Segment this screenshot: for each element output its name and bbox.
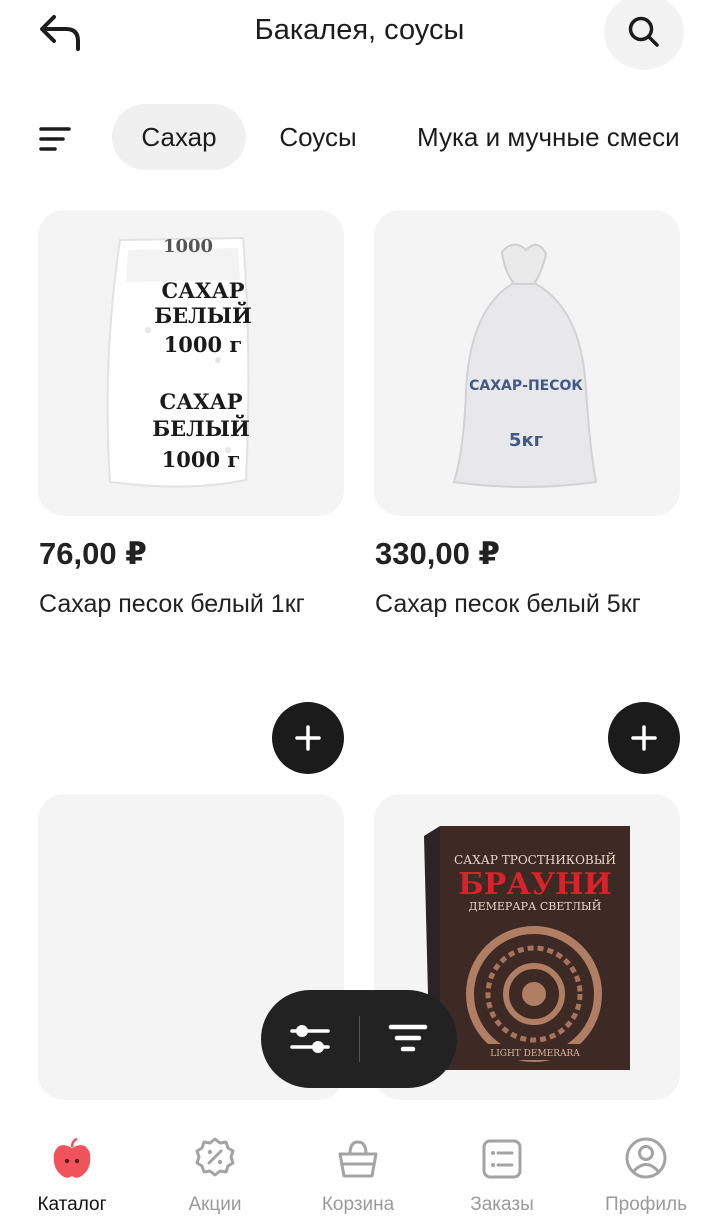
product-name[interactable]: Сахар песок белый 1кг (39, 590, 305, 619)
nav-label: Каталог (37, 1194, 107, 1215)
apple-catalog-icon (53, 1138, 91, 1178)
plus-icon (631, 725, 657, 751)
profile-icon (625, 1137, 667, 1179)
category-chip-sugar[interactable]: Сахар (112, 104, 246, 170)
nav-item-cart[interactable]: Корзина (303, 1130, 413, 1221)
bag-text-line: 1000 г (162, 447, 241, 472)
basket-icon (338, 1140, 378, 1178)
nav-label: Корзина (321, 1194, 395, 1215)
box-brand-text: БРАУНИ (458, 867, 612, 902)
box-text-line: ДЕМЕРАРА СВЕТЛЫЙ (469, 899, 602, 913)
nav-item-catalog[interactable]: Каталог (17, 1130, 127, 1221)
category-menu-button[interactable] (32, 116, 78, 162)
floating-filter-bar (261, 990, 457, 1088)
add-to-cart-button[interactable] (272, 702, 344, 774)
bag-text-line: БЕЛЫЙ (154, 302, 252, 328)
nav-label: Акции (188, 1194, 242, 1215)
box-text-line: САХАР ТРОСТНИКОВЫЙ (454, 851, 616, 867)
product-image[interactable]: 1000 САХАР БЕЛЫЙ 1000 г САХАР БЕЛЫЙ 1000… (38, 210, 344, 516)
sugar-bag-1kg-image: 1000 САХАР БЕЛЫЙ 1000 г САХАР БЕЛЫЙ 1000… (106, 236, 252, 488)
plus-icon (295, 725, 321, 751)
discount-badge-icon (195, 1137, 235, 1177)
filter-button[interactable] (261, 990, 359, 1088)
sort-funnel-icon (389, 1024, 428, 1052)
nav-item-promotions[interactable]: Акции (160, 1130, 270, 1221)
sack-text-line: 5кг (509, 430, 543, 451)
sugar-sack-5kg-image: САХАР-ПЕСОК 5кг (452, 243, 598, 488)
bag-text-line: 1000 г (164, 332, 243, 357)
bag-text-line: БЕЛЫЙ (152, 415, 250, 441)
sack-text-line: САХАР-ПЕСОК (469, 378, 583, 394)
bag-text-line: САХАР (159, 389, 242, 414)
menu-sort-icon (39, 127, 71, 151)
product-price: 76,00 ₽ (39, 536, 147, 571)
product-price: 330,00 ₽ (375, 536, 500, 571)
box-text-line: LIGHT DEMERARA (490, 1049, 580, 1059)
sort-button[interactable] (360, 990, 458, 1088)
nav-label: Профиль (604, 1194, 688, 1215)
bag-text-line: САХАР (161, 278, 244, 303)
product-name[interactable]: Сахар песок белый 5кг (375, 590, 641, 619)
nav-item-orders[interactable]: Заказы (447, 1130, 557, 1221)
product-image[interactable]: САХАР-ПЕСОК 5кг (374, 210, 680, 516)
nav-label: Заказы (470, 1194, 534, 1215)
bottom-navigation: Каталог Акции Корзина Заказы Профиль (0, 1130, 719, 1221)
search-icon (628, 16, 659, 47)
category-chip-sauces[interactable]: Соусы (258, 104, 378, 170)
bag-text-top: 1000 (163, 236, 213, 257)
orders-list-icon (482, 1139, 522, 1179)
search-button[interactable] (604, 0, 684, 70)
add-to-cart-button[interactable] (608, 702, 680, 774)
nav-item-profile[interactable]: Профиль (591, 1130, 701, 1221)
category-chip-flour[interactable]: Мука и мучные смеси (404, 104, 719, 170)
sliders-icon (290, 1025, 330, 1053)
